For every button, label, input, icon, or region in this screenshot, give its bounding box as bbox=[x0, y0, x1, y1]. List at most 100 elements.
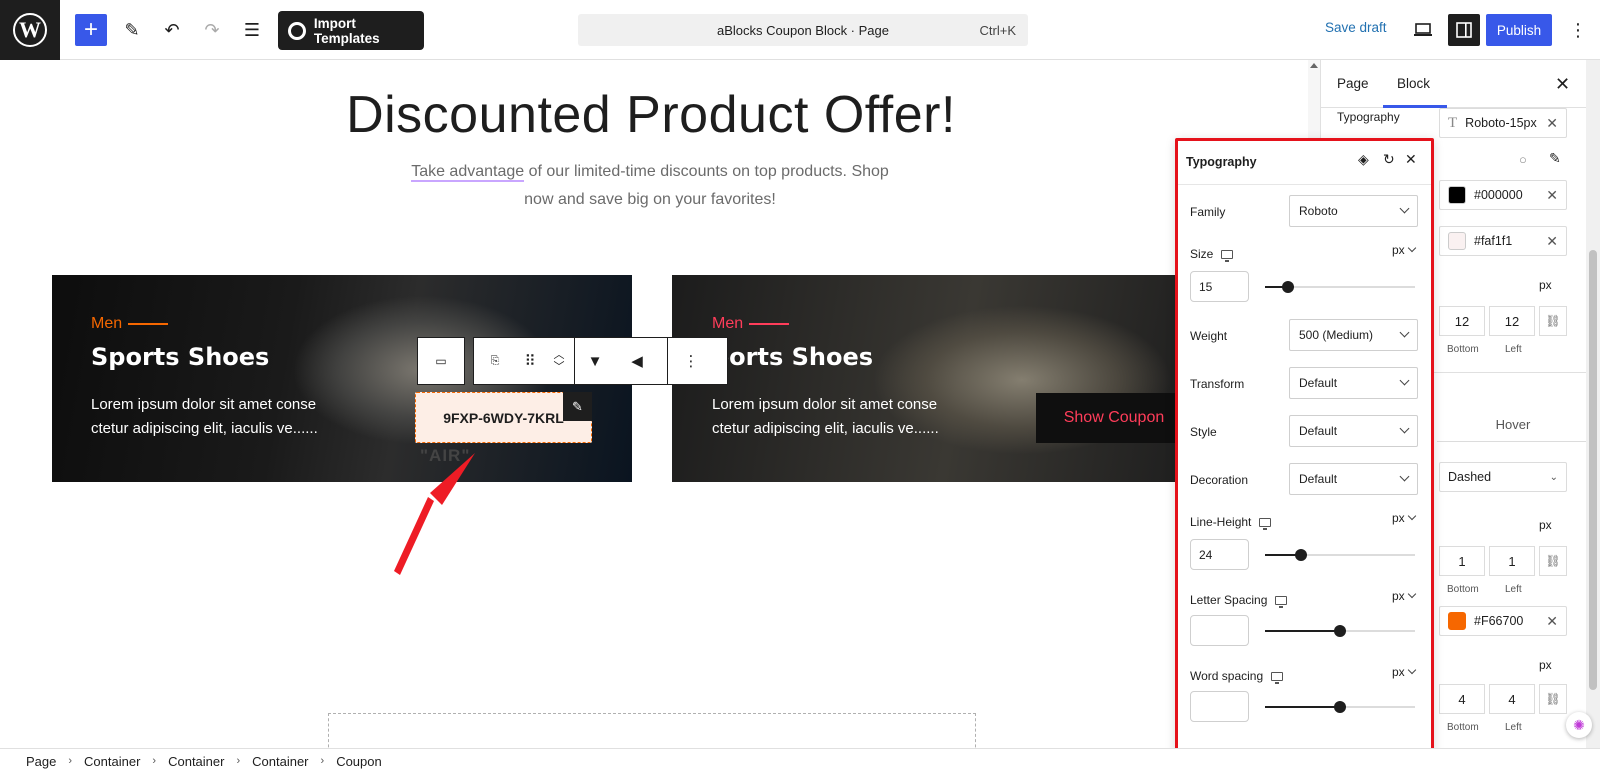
style-select[interactable]: Default bbox=[1289, 415, 1418, 447]
ai-assistant-button[interactable]: ✺ bbox=[1566, 712, 1592, 738]
edit-icon[interactable]: ✎ bbox=[1549, 150, 1561, 167]
clear-icon[interactable]: ✕ bbox=[1546, 233, 1558, 250]
family-select[interactable]: Roboto bbox=[1289, 195, 1418, 227]
unit-select[interactable]: px bbox=[1539, 278, 1552, 292]
clear-icon[interactable]: ✕ bbox=[1546, 115, 1558, 132]
line-height-slider[interactable] bbox=[1265, 549, 1415, 561]
clear-icon[interactable]: ✕ bbox=[1546, 187, 1558, 204]
coupon-edit-button[interactable]: ✎ bbox=[563, 392, 592, 421]
block-options-button[interactable]: ⋮ bbox=[668, 338, 714, 384]
tab-hover[interactable]: Hover bbox=[1437, 408, 1589, 442]
size-input[interactable]: 15 bbox=[1190, 271, 1249, 302]
comment-button[interactable]: ▼ bbox=[575, 338, 615, 384]
publish-button[interactable]: Publish bbox=[1486, 14, 1552, 46]
document-overview-button[interactable]: ☰ bbox=[236, 14, 268, 46]
line-height-label: Line-Height bbox=[1190, 515, 1272, 530]
close-icon[interactable]: ✕ bbox=[1405, 151, 1417, 168]
chevron-down-icon bbox=[1399, 423, 1410, 434]
breadcrumb-item[interactable]: Coupon bbox=[336, 754, 382, 769]
tab-page[interactable]: Page bbox=[1337, 76, 1369, 91]
breadcrumb-item[interactable]: Container bbox=[168, 754, 224, 769]
options-menu-button[interactable]: ⋮ bbox=[1562, 14, 1594, 46]
border-left-input[interactable]: 1 bbox=[1489, 546, 1535, 576]
settings-toggle-button[interactable] bbox=[1448, 14, 1480, 46]
tools-button[interactable]: ✎ bbox=[116, 14, 148, 46]
block-toolbar: ⎘ ⠿ ︿ ﹀ ▼ ◀ ⋮ bbox=[473, 337, 728, 385]
paint-bucket-icon[interactable]: ◈ bbox=[1358, 151, 1369, 168]
slider-thumb[interactable] bbox=[1281, 281, 1294, 293]
border-color-field[interactable]: #F66700 ✕ bbox=[1439, 606, 1567, 636]
bottom-label: Bottom bbox=[1447, 722, 1479, 733]
save-draft-button[interactable]: Save draft bbox=[1325, 20, 1387, 35]
background-color-field[interactable]: #faf1f1 ✕ bbox=[1439, 226, 1567, 256]
link-values-button[interactable]: ⛓ bbox=[1539, 684, 1567, 714]
size-unit-select[interactable]: px bbox=[1392, 243, 1416, 257]
radius-left-input[interactable]: 4 bbox=[1489, 684, 1535, 714]
tab-block[interactable]: Block bbox=[1397, 76, 1430, 91]
breadcrumb-item[interactable]: Container bbox=[84, 754, 140, 769]
wordpress-logo-button[interactable]: W bbox=[0, 0, 60, 60]
word-spacing-unit-select[interactable]: px bbox=[1392, 665, 1416, 679]
weight-select[interactable]: 500 (Medium) bbox=[1289, 319, 1418, 351]
letter-spacing-input[interactable] bbox=[1190, 615, 1249, 646]
play-circle-icon: ◀ bbox=[631, 353, 643, 370]
command-palette-bar[interactable]: aBlocks Coupon Block · Page Ctrl+K bbox=[578, 14, 1028, 46]
close-sidebar-button[interactable]: ✕ bbox=[1555, 74, 1570, 95]
clear-icon[interactable]: ✕ bbox=[1546, 613, 1558, 630]
text-color-field[interactable]: #000000 ✕ bbox=[1439, 180, 1567, 210]
slider-thumb[interactable] bbox=[1334, 625, 1346, 637]
page-heading[interactable]: Discounted Product Offer! bbox=[0, 85, 1302, 145]
card-title: ports Shoes bbox=[712, 343, 874, 371]
block-type-button[interactable]: ⎘ bbox=[474, 338, 516, 384]
undo-button[interactable]: ↶ bbox=[156, 14, 188, 46]
document-title: aBlocks Coupon Block · Page bbox=[717, 22, 889, 38]
link-values-button[interactable]: ⛓ bbox=[1539, 306, 1567, 336]
breadcrumb-item[interactable]: Page bbox=[26, 754, 56, 769]
line-height-input[interactable]: 24 bbox=[1190, 539, 1249, 570]
padding-left-input[interactable]: 12 bbox=[1489, 306, 1535, 336]
letter-spacing-unit-select[interactable]: px bbox=[1392, 589, 1416, 603]
drag-handle[interactable]: ⠿ bbox=[516, 338, 544, 384]
coupon-card-2[interactable]: Men ports Shoes Lorem ipsum dolor sit am… bbox=[672, 275, 1192, 482]
word-spacing-input[interactable] bbox=[1190, 691, 1249, 722]
word-spacing-slider[interactable] bbox=[1265, 701, 1415, 713]
preview-button[interactable] bbox=[1407, 14, 1439, 46]
reset-icon[interactable]: ↻ bbox=[1383, 151, 1395, 168]
popover-header: Typography ◈ ↻ ✕ bbox=[1178, 141, 1431, 185]
letter-spacing-slider[interactable] bbox=[1265, 625, 1415, 637]
import-templates-button[interactable]: Import Templates bbox=[278, 11, 424, 50]
redo-button[interactable]: ↷ bbox=[196, 14, 228, 46]
unit-select[interactable]: px bbox=[1539, 518, 1552, 532]
typography-field[interactable]: T Roboto-15px ✕ bbox=[1439, 108, 1567, 138]
chevron-down-icon bbox=[1399, 471, 1410, 482]
reset-icon[interactable]: ○ bbox=[1519, 152, 1527, 167]
block-parent-selector[interactable]: ▭ bbox=[417, 337, 465, 385]
add-block-button[interactable]: + bbox=[75, 14, 107, 46]
breadcrumb-item[interactable]: Container bbox=[252, 754, 308, 769]
link-values-button[interactable]: ⛓ bbox=[1539, 546, 1567, 576]
slider-thumb[interactable] bbox=[1295, 549, 1307, 561]
line-height-unit-select[interactable]: px bbox=[1392, 511, 1416, 525]
decoration-select[interactable]: Default bbox=[1289, 463, 1418, 495]
drag-icon: ⠿ bbox=[524, 353, 536, 370]
unit-select[interactable]: px bbox=[1539, 658, 1552, 672]
color-swatch bbox=[1448, 612, 1466, 630]
parent-block-icon: ▭ bbox=[435, 354, 447, 368]
transform-label: Transform bbox=[1190, 377, 1245, 391]
sidebar-scrollbar[interactable] bbox=[1586, 60, 1600, 748]
show-coupon-button[interactable]: Show Coupon bbox=[1036, 393, 1192, 443]
radius-bottom-input[interactable]: 4 bbox=[1439, 684, 1485, 714]
border-bottom-input[interactable]: 1 bbox=[1439, 546, 1485, 576]
slider-thumb[interactable] bbox=[1334, 701, 1346, 713]
coupon-block-icon: ⎘ bbox=[490, 354, 500, 367]
padding-bottom-input[interactable]: 12 bbox=[1439, 306, 1485, 336]
page-subtext[interactable]: Take advantage of our limited-time disco… bbox=[400, 158, 900, 214]
size-slider[interactable] bbox=[1265, 281, 1415, 293]
alignment-button[interactable]: ◀ bbox=[615, 338, 659, 384]
link-icon: ⛓ bbox=[1545, 314, 1561, 328]
desktop-icon bbox=[1221, 249, 1234, 262]
brain-icon: ✺ bbox=[1573, 716, 1585, 733]
transform-select[interactable]: Default bbox=[1289, 367, 1418, 399]
border-style-select[interactable]: Dashed ⌄ bbox=[1439, 462, 1567, 492]
move-buttons[interactable]: ︿ ﹀ bbox=[544, 338, 574, 384]
